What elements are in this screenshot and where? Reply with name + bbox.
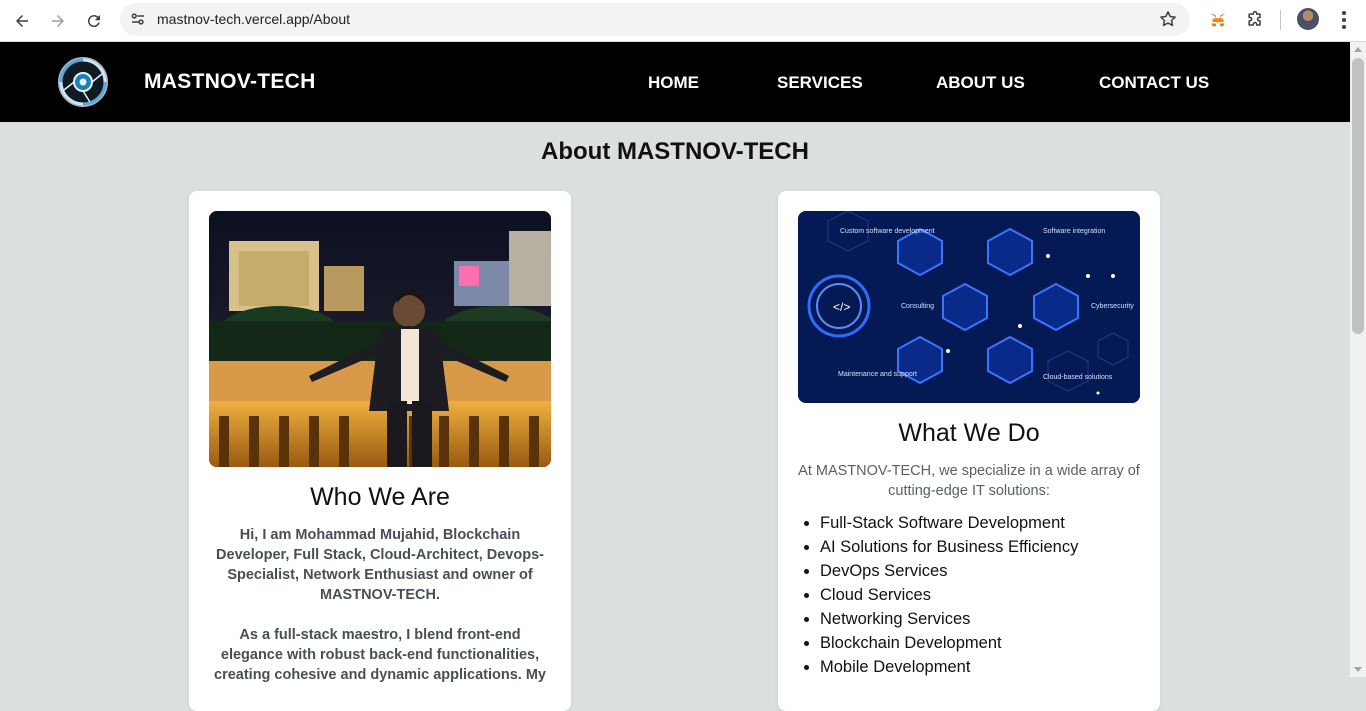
what-we-do-card: </> Custom software development Software… — [778, 191, 1160, 711]
scroll-up-arrow-icon[interactable] — [1354, 47, 1362, 52]
bio-paragraph-2: As a full-stack maestro, I blend front-e… — [214, 627, 546, 683]
img-label-cyber: Cybersecurity — [1091, 303, 1134, 310]
services-diagram-image: </> Custom software development Software… — [798, 211, 1140, 403]
url-text[interactable]: mastnov-tech.vercel.app/About — [157, 11, 350, 27]
mastnov-logo-icon[interactable] — [56, 52, 110, 112]
browser-toolbar: mastnov-tech.vercel.app/About — [0, 0, 1366, 42]
img-label-maintenance: Maintenance and support — [838, 371, 917, 378]
img-label-integration: Software integration — [1043, 228, 1105, 235]
page-title: About MASTNOV-TECH — [541, 138, 809, 165]
img-label-cloud: Cloud-based solutions — [1043, 374, 1113, 381]
list-item: Blockchain Development — [820, 631, 1140, 655]
site-header: MASTNOV-TECH HOME SERVICES ABOUT US CONT… — [0, 42, 1350, 122]
nav-services-link[interactable]: SERVICES — [777, 73, 863, 93]
profile-avatar[interactable] — [1297, 8, 1319, 30]
who-we-are-heading: Who We Are — [310, 483, 450, 511]
list-item: Cloud Services — [820, 583, 1140, 607]
arrow-right-icon — [52, 15, 64, 27]
svg-text:</>: </> — [833, 300, 850, 314]
reload-button[interactable] — [79, 6, 109, 36]
list-item: Full-Stack Software Development — [820, 511, 1140, 535]
who-we-are-card: Who We Are Hi, I am Mohammad Mujahid, Bl… — [189, 191, 571, 711]
reload-icon — [87, 15, 100, 28]
who-we-are-text: Hi, I am Mohammad Mujahid, Blockchain De… — [211, 525, 549, 685]
browser-menu-icon[interactable] — [1334, 7, 1354, 33]
page-scrollbar[interactable] — [1350, 42, 1366, 677]
nav-home-link[interactable]: HOME — [648, 73, 699, 93]
list-item: Mobile Development — [820, 655, 1140, 679]
list-item: DevOps Services — [820, 559, 1140, 583]
toolbar-divider — [1280, 10, 1281, 30]
img-label-custom: Custom software development — [840, 228, 935, 235]
what-we-do-heading: What We Do — [898, 419, 1040, 447]
scroll-down-arrow-icon[interactable] — [1354, 667, 1362, 672]
nav-contact-link[interactable]: CONTACT US — [1099, 73, 1209, 93]
what-we-do-intro: At MASTNOV-TECH, we specialize in a wide… — [798, 463, 1140, 499]
site-settings-icon[interactable] — [129, 10, 147, 28]
img-label-consulting: Consulting — [901, 303, 934, 310]
address-bar[interactable]: mastnov-tech.vercel.app/About — [120, 3, 1190, 36]
list-item: AI Solutions for Business Efficiency — [820, 535, 1140, 559]
extensions-puzzle-icon[interactable] — [1242, 7, 1268, 33]
bookmark-star-icon[interactable] — [1158, 9, 1178, 29]
arrow-left-icon — [16, 15, 28, 27]
brand-name[interactable]: MASTNOV-TECH — [144, 70, 316, 94]
scrollbar-thumb[interactable] — [1352, 58, 1364, 334]
metamask-extension-icon[interactable] — [1205, 7, 1231, 33]
list-item: Networking Services — [820, 607, 1140, 631]
services-list: Full-Stack Software Development AI Solut… — [820, 511, 1140, 679]
founder-photo — [209, 211, 551, 467]
back-button[interactable] — [7, 6, 37, 36]
forward-button[interactable] — [43, 6, 73, 36]
nav-about-link[interactable]: ABOUT US — [936, 73, 1025, 93]
bio-paragraph-1: Hi, I am Mohammad Mujahid, Blockchain De… — [216, 527, 544, 603]
